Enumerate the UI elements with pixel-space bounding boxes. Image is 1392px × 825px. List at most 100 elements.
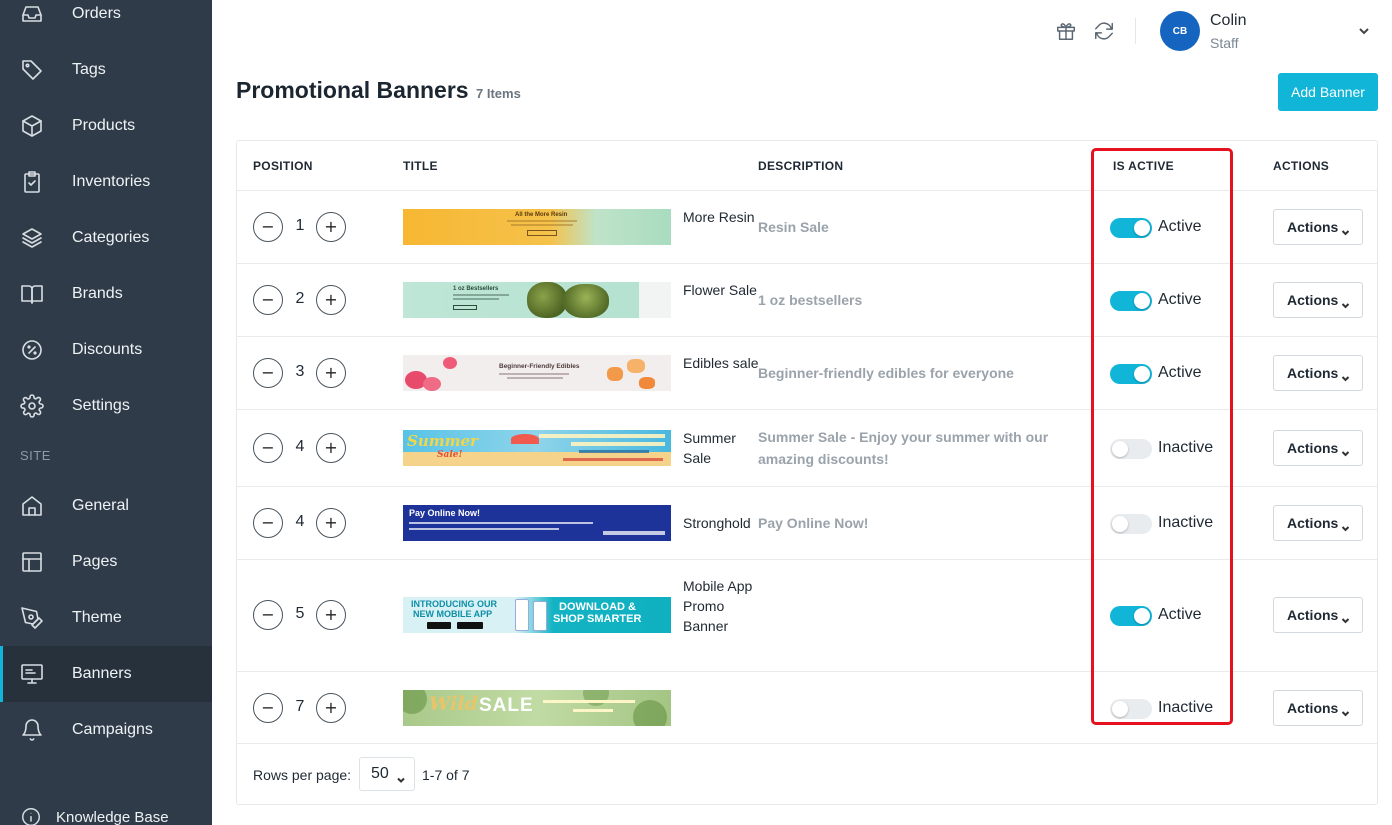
position-value: 1 <box>295 217 305 234</box>
decrease-position-button[interactable]: − <box>253 433 283 463</box>
sidebar-item-orders[interactable]: Orders <box>0 0 212 42</box>
is-active-toggle[interactable] <box>1110 439 1152 459</box>
banner-thumbnail[interactable]: Wild SALE <box>403 690 671 726</box>
decrease-position-button[interactable]: − <box>253 358 283 388</box>
is-active-toggle[interactable] <box>1110 218 1152 238</box>
table-row: − 1 + All the More Resin More Resin Resi… <box>237 191 1377 264</box>
sidebar-item-discounts[interactable]: Discounts <box>0 322 212 378</box>
actions-dropdown-button[interactable]: Actions <box>1273 430 1363 466</box>
table-row: − 5 + INTRODUCING OUR NEW MOBILE APP DOW… <box>237 560 1377 672</box>
table-row: − 7 + Wild SALE Inactive Actions <box>237 672 1377 744</box>
box-icon <box>20 114 44 138</box>
banner-description: Pay Online Now! <box>758 515 869 531</box>
actions-dropdown-button[interactable]: Actions <box>1273 282 1363 318</box>
actions-dropdown-button[interactable]: Actions <box>1273 505 1363 541</box>
banner-description: 1 oz bestsellers <box>758 292 863 308</box>
increase-position-button[interactable]: + <box>316 693 346 723</box>
column-header-position[interactable]: POSITION <box>253 159 313 173</box>
position-value: 5 <box>295 605 305 622</box>
user-name[interactable]: Colin <box>1210 12 1246 30</box>
banner-heading: All the More Resin <box>515 212 568 218</box>
banner-thumbnail[interactable]: Pay Online Now! <box>403 505 671 541</box>
decrease-position-button[interactable]: − <box>253 285 283 315</box>
banner-heading: Wild <box>429 693 478 715</box>
header-divider <box>1135 18 1136 44</box>
is-active-toggle[interactable] <box>1110 514 1152 534</box>
chevron-down-icon[interactable] <box>1357 24 1371 38</box>
is-active-toggle[interactable] <box>1110 291 1152 311</box>
rows-per-page-select[interactable]: 50 <box>359 757 415 791</box>
banners-table: POSITION TITLE DESCRIPTION IS ACTIVE ACT… <box>236 140 1378 805</box>
increase-position-button[interactable]: + <box>316 212 346 242</box>
increase-position-button[interactable]: + <box>316 508 346 538</box>
sidebar-item-campaigns[interactable]: Campaigns <box>0 702 212 758</box>
sidebar-item-label: Banners <box>72 665 132 682</box>
sidebar-item-theme[interactable]: Theme <box>0 590 212 646</box>
actions-dropdown-button[interactable]: Actions <box>1273 597 1363 633</box>
sidebar-item-label: Inventories <box>72 173 151 190</box>
banner-title: Flower Sale <box>683 282 757 298</box>
status-label: Active <box>1158 606 1202 623</box>
sidebar-item-pages[interactable]: Pages <box>0 534 212 590</box>
sidebar-item-general[interactable]: General <box>0 478 212 534</box>
position-value: 7 <box>295 698 305 715</box>
banner-thumbnail[interactable]: Summer Sale! <box>403 430 671 466</box>
chevron-down-icon <box>1341 520 1350 532</box>
gift-icon[interactable] <box>1055 20 1077 42</box>
increase-position-button[interactable]: + <box>316 285 346 315</box>
sidebar-item-settings[interactable]: Settings <box>0 378 212 434</box>
banner-thumbnail[interactable]: 1 oz Bestsellers <box>403 282 671 318</box>
position-value: 2 <box>295 290 305 307</box>
chevron-down-icon <box>1341 445 1350 457</box>
actions-dropdown-button[interactable]: Actions <box>1273 690 1363 726</box>
sidebar-item-tags[interactable]: Tags <box>0 42 212 98</box>
status-label: Active <box>1158 291 1202 308</box>
status-label: Active <box>1158 218 1202 235</box>
banner-heading: Beginner-Friendly Edibles <box>499 363 580 370</box>
sidebar-item-brands[interactable]: Brands <box>0 266 212 322</box>
position-value: 4 <box>295 513 305 530</box>
sidebar-item-products[interactable]: Products <box>0 98 212 154</box>
is-active-toggle[interactable] <box>1110 699 1152 719</box>
actions-dropdown-button[interactable]: Actions <box>1273 209 1363 245</box>
add-banner-button[interactable]: Add Banner <box>1278 73 1378 111</box>
sidebar-item-categories[interactable]: Categories <box>0 210 212 266</box>
sidebar-item-label: Pages <box>72 553 118 570</box>
knowledge-base-link[interactable]: Knowledge Base <box>20 806 169 825</box>
decrease-position-button[interactable]: − <box>253 693 283 723</box>
banner-thumbnail[interactable]: Beginner-Friendly Edibles <box>403 355 671 391</box>
refresh-icon[interactable] <box>1093 20 1115 42</box>
actions-dropdown-button[interactable]: Actions <box>1273 355 1363 391</box>
banner-thumbnail[interactable]: All the More Resin <box>403 209 671 245</box>
banner-description: Summer Sale - Enjoy your summer with our… <box>758 429 1049 467</box>
banner-subheading: SALE <box>479 695 534 716</box>
decrease-position-button[interactable]: − <box>253 600 283 630</box>
column-header-description[interactable]: DESCRIPTION <box>758 159 843 173</box>
rows-per-page-value: 50 <box>371 765 389 782</box>
avatar[interactable]: CB <box>1160 11 1200 51</box>
home-icon <box>20 494 44 518</box>
column-header-is-active[interactable]: IS ACTIVE <box>1113 159 1174 173</box>
column-header-title[interactable]: TITLE <box>403 159 438 173</box>
increase-position-button[interactable]: + <box>316 600 346 630</box>
banner-heading: INTRODUCING OUR <box>411 599 497 609</box>
sidebar-item-label: General <box>72 497 129 514</box>
sidebar: Orders Tags Products Inventories Categor… <box>0 0 212 825</box>
sidebar-item-inventories[interactable]: Inventories <box>0 154 212 210</box>
inbox-icon <box>20 2 44 26</box>
increase-position-button[interactable]: + <box>316 433 346 463</box>
increase-position-button[interactable]: + <box>316 358 346 388</box>
banner-thumbnail[interactable]: INTRODUCING OUR NEW MOBILE APP DOWNLOAD … <box>403 597 671 633</box>
decrease-position-button[interactable]: − <box>253 212 283 242</box>
sidebar-item-label: Campaigns <box>72 721 153 738</box>
is-active-toggle[interactable] <box>1110 364 1152 384</box>
actions-label: Actions <box>1287 219 1339 235</box>
sidebar-item-banners[interactable]: Banners <box>0 646 212 702</box>
gear-icon <box>20 394 44 418</box>
page-title: Promotional Banners <box>236 77 469 103</box>
decrease-position-button[interactable]: − <box>253 508 283 538</box>
is-active-toggle[interactable] <box>1110 606 1152 626</box>
position-value: 3 <box>295 363 305 380</box>
pen-tool-icon <box>20 606 44 630</box>
column-header-actions[interactable]: ACTIONS <box>1273 159 1329 173</box>
